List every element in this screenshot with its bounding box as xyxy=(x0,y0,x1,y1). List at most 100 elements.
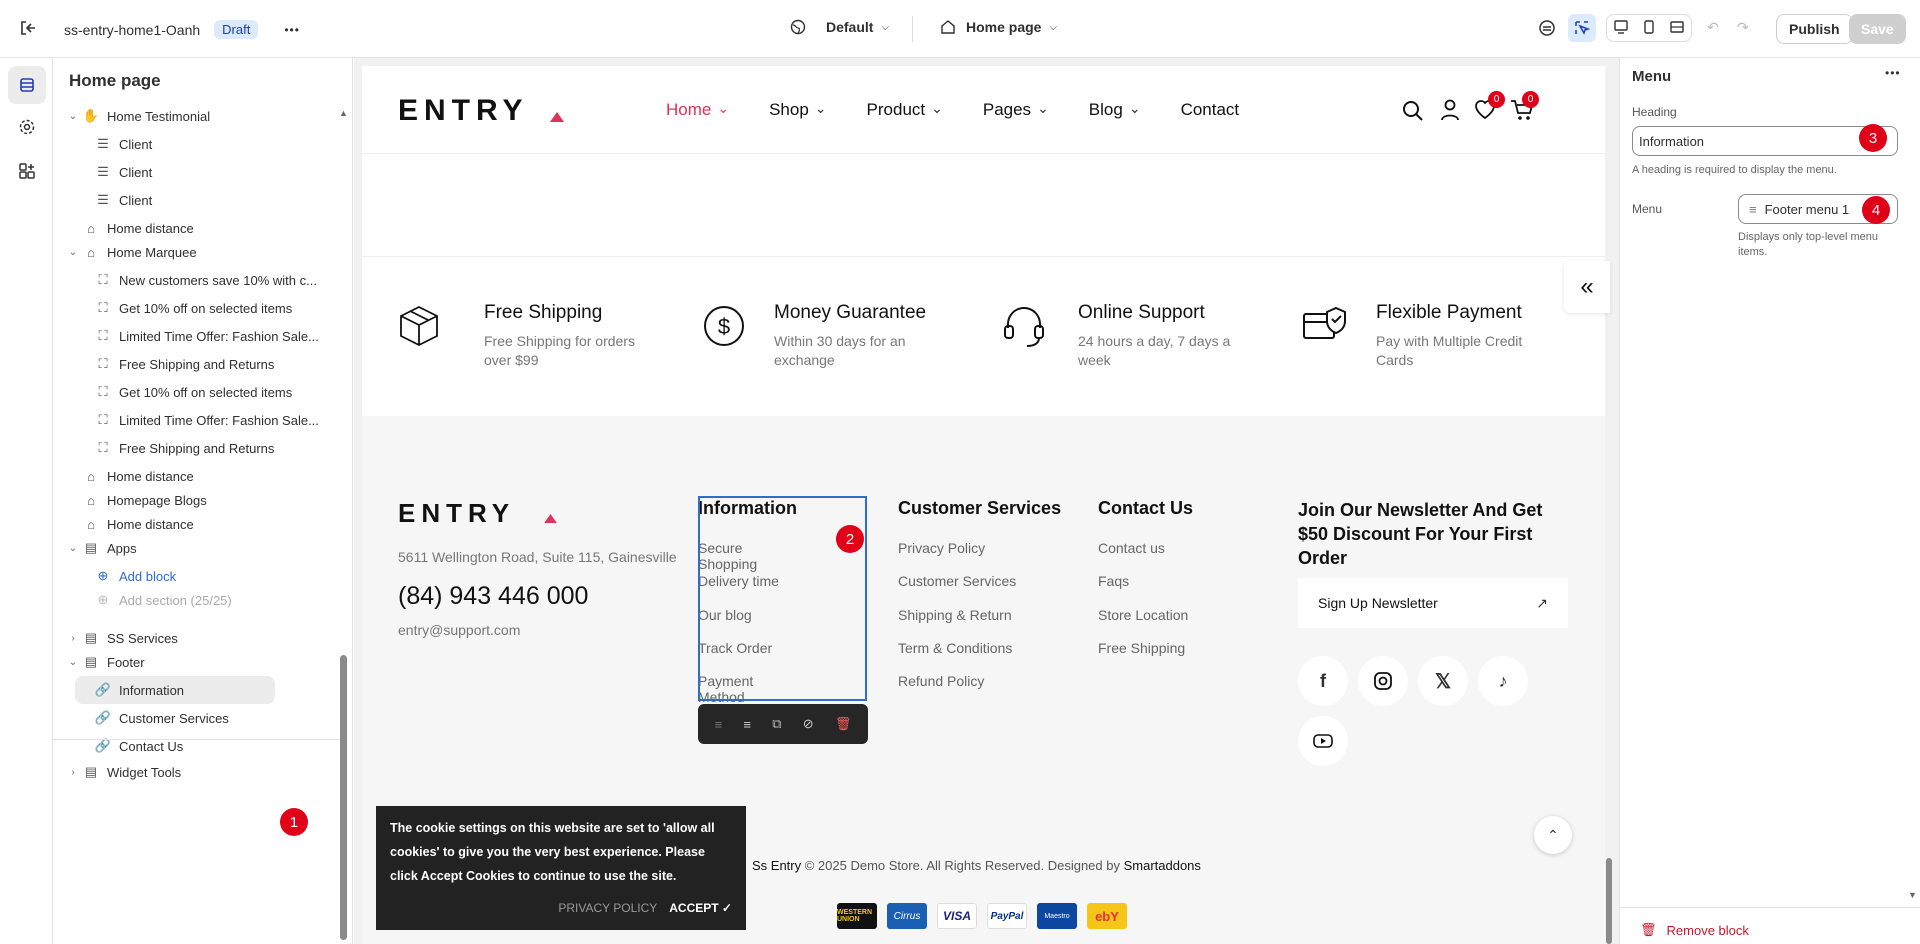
mobile-icon[interactable] xyxy=(1643,19,1655,37)
nav-item-home[interactable]: Home xyxy=(666,100,711,120)
tree-item[interactable]: 🔗 Contact Us xyxy=(53,732,338,760)
feature-title: Free Shipping xyxy=(484,302,603,323)
footer-link[interactable]: Store Location xyxy=(1098,607,1188,623)
tree-item[interactable]: ⌄ ⌂ Home Marquee xyxy=(53,238,338,266)
more-options-button[interactable]: ••• xyxy=(284,23,300,37)
footer-link[interactable]: Free Shipping xyxy=(1098,640,1185,656)
tiktok-icon[interactable]: ♪ xyxy=(1478,656,1528,706)
copyright-brand[interactable]: Smartaddons xyxy=(1124,858,1201,873)
tree-item[interactable]: ⌄ ▤ Footer xyxy=(53,648,338,676)
apps-icon[interactable] xyxy=(8,152,46,190)
hide-eye-icon[interactable]: ⊘ xyxy=(803,716,814,732)
footer-link[interactable]: Shipping & Return xyxy=(898,607,1012,623)
x-twitter-icon[interactable]: 𝕏 xyxy=(1418,656,1468,706)
save-button[interactable]: Save xyxy=(1849,14,1906,44)
theme-app-icon[interactable] xyxy=(1538,19,1556,37)
search-icon[interactable] xyxy=(1402,100,1424,125)
redo-icon[interactable]: ↷ xyxy=(1737,19,1749,36)
payment-logo: VISA xyxy=(937,903,977,929)
tree-item[interactable]: ⌄ ▤ Apps xyxy=(53,534,338,562)
remove-block-button[interactable]: 🗑 Remove block xyxy=(1640,922,1749,938)
tree-item[interactable]: ⛶ Free Shipping and Returns xyxy=(53,434,338,462)
tree-item-label: Home distance xyxy=(107,468,194,484)
text-block-icon: ⛶ xyxy=(98,272,108,287)
exit-icon[interactable] xyxy=(18,18,38,38)
footer-link[interactable]: Faqs xyxy=(1098,573,1129,589)
preview-scrollbar[interactable] xyxy=(1606,858,1612,944)
back-to-top-icon[interactable]: ⌃ xyxy=(1534,816,1572,854)
tree-scrollbar[interactable] xyxy=(340,655,347,940)
tree-item[interactable]: ⛶ Free Shipping and Returns xyxy=(53,350,338,378)
nav-item-shop[interactable]: Shop xyxy=(769,100,809,120)
footer-address: 5611 Wellington Road, Suite 115, Gainesv… xyxy=(398,549,677,565)
inspector-icon[interactable] xyxy=(1568,14,1596,42)
tree-item[interactable]: ⌄ ✋ Home Testimonial xyxy=(53,102,338,130)
preset-selector[interactable]: Default ⌵ xyxy=(790,19,889,35)
column-heading: Customer Services xyxy=(898,498,1062,518)
expand-chevron-icon[interactable]: ⌄ xyxy=(65,543,81,554)
tree-item[interactable]: ☰ Client xyxy=(53,130,338,158)
tree-item[interactable]: ⛶ Get 10% off on selected items xyxy=(53,294,338,322)
tree-item[interactable]: ⛶ Get 10% off on selected items xyxy=(53,378,338,406)
footer-link[interactable]: Contact us xyxy=(1098,540,1165,556)
instagram-icon[interactable] xyxy=(1358,656,1408,706)
account-icon[interactable] xyxy=(1440,99,1460,124)
duplicate-icon[interactable]: ⧉ xyxy=(772,716,781,732)
collapse-chevrons-icon[interactable]: « xyxy=(1564,261,1610,313)
feature-desc: Free Shipping for orders over $99 xyxy=(484,333,635,368)
expand-chevron-icon[interactable]: ⌄ xyxy=(65,247,81,258)
tree-item[interactable]: ⛶ New customers save 10% with c... xyxy=(53,266,338,294)
side-rail xyxy=(0,58,53,944)
home-icon: ⌂ xyxy=(87,516,95,532)
page-selector[interactable]: Home page ⌵ xyxy=(940,19,1057,35)
nav-item-blog[interactable]: Blog xyxy=(1089,100,1123,120)
move-up-icon[interactable]: ≡ xyxy=(715,717,723,732)
scroll-up-icon[interactable]: ▲ xyxy=(339,108,348,118)
expand-chevron-icon[interactable]: ⌄ xyxy=(65,111,81,122)
headset-icon xyxy=(1004,307,1044,347)
sections-icon[interactable] xyxy=(8,66,46,104)
facebook-icon[interactable]: f xyxy=(1298,656,1348,706)
publish-button[interactable]: Publish xyxy=(1776,14,1853,44)
expand-chevron-icon[interactable]: › xyxy=(65,633,81,644)
tree-item[interactable]: ⛶ Limited Time Offer: Fashion Sale... xyxy=(53,322,338,350)
accept-cookies-button[interactable]: ACCEPT ✓ xyxy=(669,896,732,920)
delete-trash-icon[interactable]: 🗑 xyxy=(835,716,852,732)
nav-item-product[interactable]: Product xyxy=(867,100,926,120)
marker-4: 4 xyxy=(1862,196,1890,224)
panel-title: Menu xyxy=(1632,68,1672,85)
undo-icon[interactable]: ↶ xyxy=(1707,19,1719,36)
footer-link[interactable]: Privacy Policy xyxy=(898,540,985,556)
settings-gear-icon[interactable] xyxy=(8,108,46,146)
expand-chevron-icon[interactable]: ⌄ xyxy=(65,657,81,668)
scroll-down-icon[interactable]: ▼ xyxy=(1908,890,1917,900)
fullscreen-icon[interactable] xyxy=(1669,20,1684,37)
expand-chevron-icon[interactable]: › xyxy=(65,767,81,778)
privacy-policy-link[interactable]: PRIVACY POLICY xyxy=(558,896,657,920)
tree-item-label: Homepage Blogs xyxy=(107,492,207,508)
nav-item-contact[interactable]: Contact xyxy=(1181,100,1240,120)
tree-item[interactable]: 🔗 Customer Services xyxy=(53,704,338,732)
footer-logo[interactable]: ENTRY xyxy=(398,498,515,529)
logo-mark-icon xyxy=(544,514,557,523)
more-options-button[interactable]: ••• xyxy=(1885,66,1901,80)
footer-link[interactable]: Refund Policy xyxy=(898,673,984,689)
tree-item[interactable]: ☰ Client xyxy=(53,186,338,214)
tree-item[interactable]: › ▤ Widget Tools xyxy=(53,758,338,786)
move-down-icon[interactable]: ≡ xyxy=(743,717,751,732)
store-logo[interactable]: ENTRY xyxy=(398,94,529,128)
heading-help: A heading is required to display the men… xyxy=(1632,164,1837,176)
footer-link[interactable]: Customer Services xyxy=(898,573,1016,589)
globe-icon xyxy=(790,19,806,35)
footer-link[interactable]: Term & Conditions xyxy=(898,640,1012,656)
tree-item[interactable]: ☰ Client xyxy=(53,158,338,186)
tree-item[interactable]: ⛶ Limited Time Offer: Fashion Sale... xyxy=(53,406,338,434)
desktop-icon[interactable] xyxy=(1614,19,1629,37)
nav-item-pages[interactable]: Pages xyxy=(983,100,1031,120)
home-icon: ⌂ xyxy=(87,220,95,236)
tree-item[interactable]: 🔗 Information xyxy=(75,676,275,704)
heading-input[interactable]: Information xyxy=(1632,126,1898,156)
tree-item-label: Client xyxy=(119,192,153,208)
youtube-icon[interactable] xyxy=(1298,716,1348,766)
newsletter-button[interactable]: Sign Up Newsletter ↗ xyxy=(1298,578,1568,628)
